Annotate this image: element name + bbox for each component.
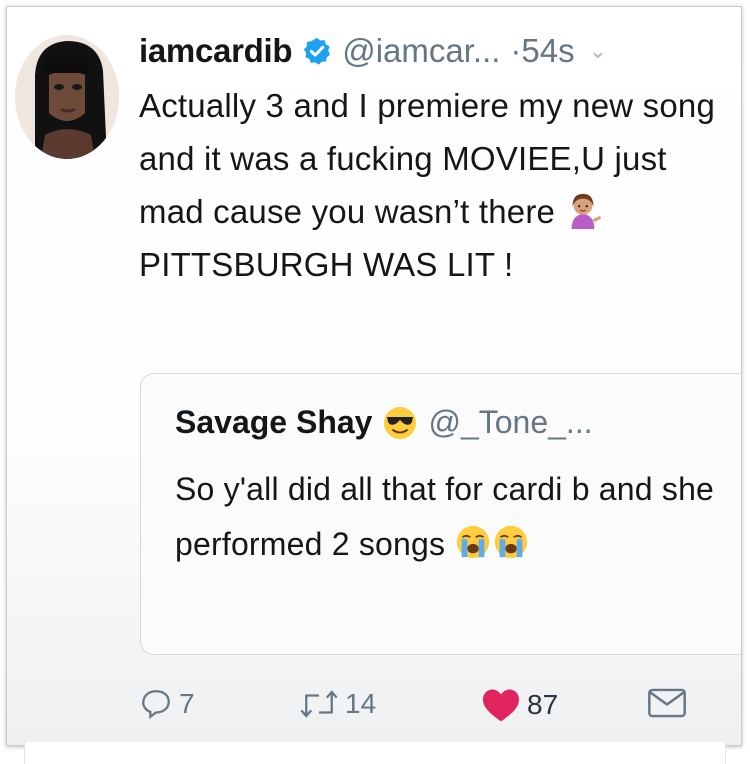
like-count: 87 bbox=[527, 689, 559, 720]
tweet-text-part1: Actually 3 and I premiere my new song an… bbox=[139, 87, 716, 230]
quoted-handle[interactable]: @_Tone_... bbox=[428, 404, 592, 441]
chevron-down-icon[interactable]: ⌄ bbox=[589, 38, 607, 64]
display-name[interactable]: iamcardib bbox=[139, 32, 293, 70]
timestamp[interactable]: ·54s bbox=[510, 32, 574, 70]
like-button[interactable]: 87 bbox=[481, 687, 558, 723]
quoted-text: So y'all did all that for cardi b and sh… bbox=[175, 471, 715, 562]
bottom-strip bbox=[24, 742, 726, 764]
retweet-icon bbox=[300, 690, 338, 718]
quoted-display-name[interactable]: Savage Shay bbox=[175, 404, 372, 441]
quoted-tweet-header: Savage Shay @_Tone_... bbox=[175, 404, 593, 441]
woman-tipping-hand-icon bbox=[572, 193, 602, 229]
tweet-header: iamcardib @iamcar... ·54s ⌄ bbox=[139, 27, 741, 75]
smiling-face-with-sunglasses-icon bbox=[384, 406, 417, 439]
tweet-text: Actually 3 and I premiere my new song an… bbox=[139, 79, 739, 291]
quoted-tweet[interactable]: Savage Shay @_Tone_... So y'all did all … bbox=[140, 373, 741, 655]
tweet-card[interactable]: iamcardib @iamcar... ·54s ⌄ Actually 3 a… bbox=[7, 7, 741, 745]
reply-icon bbox=[142, 690, 170, 720]
handle[interactable]: @iamcar... bbox=[342, 32, 500, 70]
quoted-tweet-text: So y'all did all that for cardi b and sh… bbox=[175, 462, 715, 572]
envelope-icon bbox=[648, 688, 686, 718]
loudly-crying-face-icon bbox=[495, 525, 528, 559]
retweet-count: 14 bbox=[345, 688, 377, 719]
reply-button[interactable]: 7 bbox=[139, 687, 195, 721]
tweet-text-part2: PITTSBURGH WAS LIT ! bbox=[139, 246, 514, 283]
avatar[interactable] bbox=[15, 35, 119, 159]
reply-count: 7 bbox=[179, 688, 195, 719]
retweet-button[interactable]: 14 bbox=[299, 687, 376, 721]
dm-button[interactable] bbox=[647, 687, 687, 719]
verified-badge-icon bbox=[304, 37, 331, 65]
heart-icon bbox=[483, 689, 519, 722]
tweet-actions: 7 14 87 bbox=[139, 687, 719, 727]
tweet-screenshot-frame: iamcardib @iamcar... ·54s ⌄ Actually 3 a… bbox=[6, 6, 742, 746]
loudly-crying-face-icon bbox=[457, 525, 490, 559]
